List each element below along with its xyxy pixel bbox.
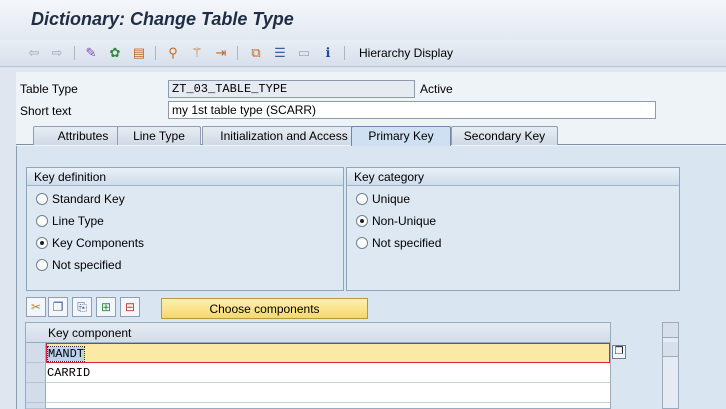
cell-value[interactable]: MANDT — [46, 346, 86, 362]
paste-icon[interactable]: ⎘ — [72, 297, 92, 317]
hierarchy-icon[interactable]: ⧉ — [248, 45, 264, 61]
tab-line-type[interactable]: Line Type — [117, 126, 201, 145]
radio-label: Key Components — [52, 236, 145, 250]
scroll-up-button[interactable] — [663, 323, 678, 338]
tab-strip: Attributes Line Type Initialization and … — [16, 125, 726, 146]
forward-arrow-icon[interactable]: ⇨ — [49, 45, 65, 61]
navigate-icon[interactable]: ⇥ — [213, 45, 229, 61]
table-row[interactable]: CARRID — [46, 363, 610, 383]
tab-primary-key[interactable]: Primary Key — [351, 126, 451, 146]
short-text-label: Short text — [20, 104, 72, 118]
copy-icon[interactable]: ❐ — [48, 297, 68, 317]
radio-button[interactable] — [356, 193, 368, 205]
radio-button[interactable] — [356, 237, 368, 249]
key-category-group: Key category — [346, 167, 680, 291]
row-selector[interactable] — [26, 403, 46, 409]
table-type-field[interactable]: ZT_03_TABLE_TYPE — [168, 80, 415, 98]
vertical-scrollbar[interactable] — [662, 322, 679, 409]
scroll-thumb[interactable] — [663, 342, 678, 357]
hierarchy-display-button[interactable]: Hierarchy Display — [359, 46, 453, 60]
list-icon[interactable]: ☰ — [272, 45, 288, 61]
toolbar-separator — [155, 46, 156, 60]
radio-not-specified-def[interactable]: Not specified — [36, 258, 121, 272]
tab-initialization-access[interactable]: Initialization and Access — [202, 126, 366, 145]
radio-line-type[interactable]: Line Type — [36, 214, 104, 228]
radio-standard-key[interactable]: Standard Key — [36, 192, 125, 206]
table-row[interactable]: MANDT — [46, 343, 610, 363]
column-header-key-component: Key component — [48, 326, 132, 340]
radio-button[interactable] — [36, 215, 48, 227]
radio-non-unique[interactable]: Non-Unique — [356, 214, 436, 228]
title-bar: Dictionary: Change Table Type — [0, 0, 726, 40]
toolbar-separator — [74, 46, 75, 60]
row-selector[interactable] — [26, 343, 46, 363]
radio-label: Not specified — [372, 236, 442, 250]
radio-unique[interactable]: Unique — [356, 192, 410, 206]
object-list-icon[interactable]: ▤ — [131, 45, 147, 61]
layout-icon[interactable]: ▭ — [296, 45, 312, 61]
radio-not-specified-cat[interactable]: Not specified — [356, 236, 441, 250]
radio-label: Line Type — [52, 214, 104, 228]
edit-glasses-icon[interactable]: ✎ — [83, 45, 99, 61]
status-label: Active — [420, 82, 453, 96]
magic-wand-icon[interactable]: ⚚ — [189, 45, 205, 61]
row-selector[interactable] — [26, 363, 46, 383]
radio-label: Unique — [372, 192, 411, 206]
delete-row-icon[interactable]: ⊟ — [120, 297, 140, 317]
radio-button[interactable] — [36, 259, 48, 271]
back-arrow-icon[interactable]: ⇦ — [26, 45, 42, 61]
toolbar-separator — [237, 46, 238, 60]
activate-icon[interactable]: ✿ — [107, 45, 123, 61]
key-category-title: Key category — [347, 168, 679, 186]
table-type-label: Table Type — [20, 82, 78, 96]
tab-secondary-key[interactable]: Secondary Key — [451, 126, 558, 145]
toolbar-separator — [344, 46, 345, 60]
row-selector[interactable] — [26, 383, 46, 403]
radio-label: Not specified — [52, 258, 122, 272]
application-toolbar: ⇦ ⇨ ✎ ✿ ▤ ⚲ ⚚ ⇥ ⧉ ☰ ▭ ℹ Hierarchy Displa… — [0, 40, 726, 67]
short-text-field[interactable]: my 1st table type (SCARR) — [168, 101, 656, 119]
insert-row-icon[interactable]: ⊞ — [96, 297, 116, 317]
details-icon[interactable]: ❐ — [612, 345, 626, 359]
key-definition-title: Key definition — [27, 168, 343, 186]
choose-components-button[interactable]: Choose components — [161, 298, 368, 319]
radio-button-selected[interactable] — [36, 237, 48, 249]
key-component-table: Key component MANDT CARRID — [25, 322, 611, 409]
radio-key-components[interactable]: Key Components — [36, 236, 144, 250]
key-definition-group: Key definition — [26, 167, 344, 291]
where-used-icon[interactable]: ⚲ — [165, 45, 181, 61]
radio-button[interactable] — [36, 193, 48, 205]
radio-label: Non-Unique — [372, 214, 437, 228]
page-title: Dictionary: Change Table Type — [31, 9, 294, 29]
cell-value[interactable]: CARRID — [47, 366, 90, 380]
table-header: Key component — [26, 323, 610, 343]
radio-button-selected[interactable] — [356, 215, 368, 227]
cut-icon[interactable]: ✂ — [26, 297, 46, 317]
info-icon[interactable]: ℹ — [320, 45, 336, 61]
radio-label: Standard Key — [52, 192, 125, 206]
table-row[interactable] — [46, 383, 610, 403]
